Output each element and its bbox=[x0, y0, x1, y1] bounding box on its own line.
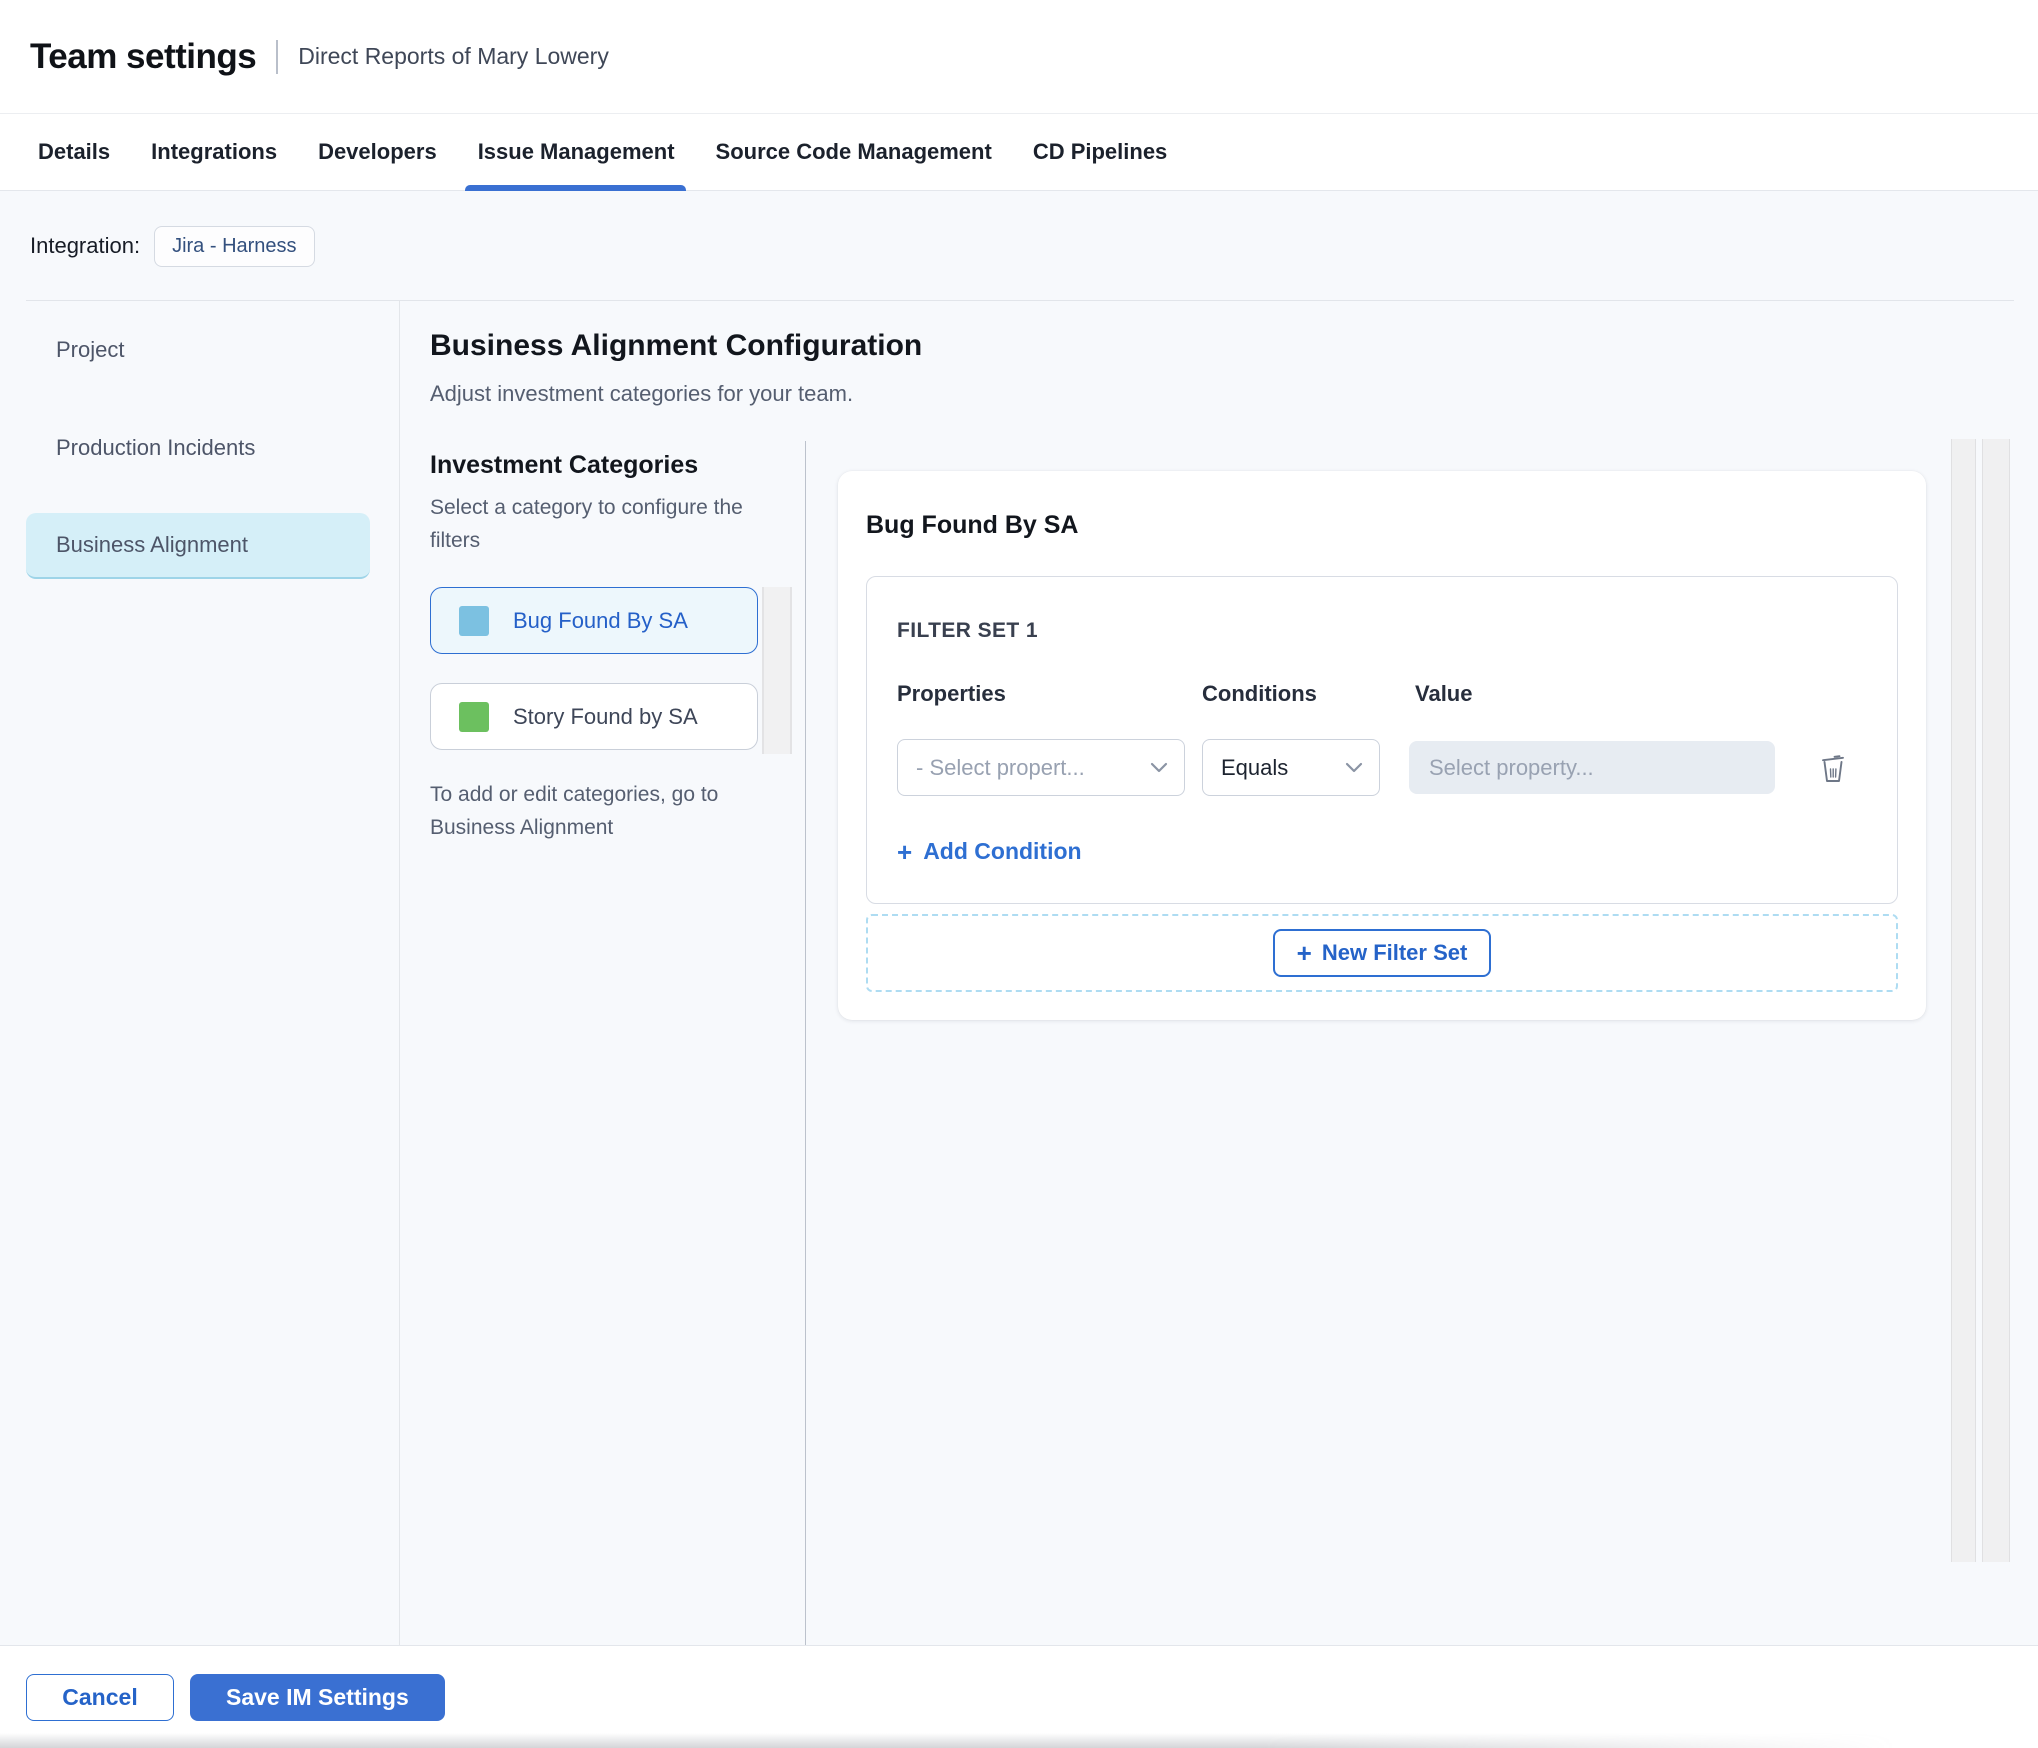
sidebar-item-production-incidents[interactable]: Production Incidents bbox=[26, 415, 370, 481]
delete-condition-button[interactable] bbox=[1819, 752, 1847, 784]
new-filter-set-dropzone: + New Filter Set bbox=[866, 914, 1898, 992]
category-label: Story Found by SA bbox=[513, 703, 698, 729]
tab-issue-management[interactable]: Issue Management bbox=[464, 114, 686, 191]
filter-set-1: FILTER SET 1 Properties Conditions Value… bbox=[866, 576, 1898, 904]
filter-condition-row: - Select propert... Equals bbox=[897, 739, 1867, 796]
value-input[interactable] bbox=[1409, 741, 1775, 794]
conditions-select[interactable]: Equals bbox=[1202, 739, 1380, 796]
business-alignment-section: Business Alignment Configuration Adjust … bbox=[400, 301, 2038, 1645]
value-column-label: Value bbox=[1415, 681, 1473, 706]
section-subtitle: Adjust investment categories for your te… bbox=[430, 381, 854, 406]
category-story-found-by-sa[interactable]: Story Found by SA bbox=[430, 683, 758, 751]
investment-categories-column: Investment Categories Select a category … bbox=[400, 441, 806, 1645]
integration-label: Integration: bbox=[30, 233, 141, 258]
section-head: Business Alignment Configuration Adjust … bbox=[400, 329, 2038, 407]
add-condition-button[interactable]: + Add Condition bbox=[897, 838, 1082, 865]
category-swatch-blue bbox=[459, 605, 489, 636]
tab-details[interactable]: Details bbox=[38, 114, 110, 190]
page-title: Team settings bbox=[30, 36, 257, 76]
save-im-settings-button[interactable]: Save IM Settings bbox=[190, 1673, 445, 1721]
tab-developers[interactable]: Developers bbox=[318, 114, 437, 190]
chevron-down-icon bbox=[1150, 762, 1168, 773]
categories-footnote: To add or edit categories, go to Busines… bbox=[430, 783, 719, 839]
conditions-column-label: Conditions bbox=[1202, 681, 1317, 706]
page-subtitle: Direct Reports of Mary Lowery bbox=[298, 43, 609, 69]
category-list-scrollbar[interactable] bbox=[762, 587, 792, 755]
configuration-columns: Investment Categories Select a category … bbox=[400, 439, 2038, 1645]
team-settings-page: Team settings Direct Reports of Mary Low… bbox=[0, 0, 2038, 1748]
integration-chip[interactable]: Jira - Harness bbox=[154, 225, 315, 267]
category-label: Bug Found By SA bbox=[513, 607, 688, 633]
category-list: Bug Found By SA Story Found by SA bbox=[430, 587, 792, 755]
tab-source-code-management[interactable]: Source Code Management bbox=[716, 114, 992, 190]
sidebar-item-project[interactable]: Project bbox=[26, 317, 370, 383]
categories-heading: Investment Categories bbox=[430, 451, 699, 479]
tab-integrations[interactable]: Integrations bbox=[151, 114, 277, 190]
categories-hint: Select a category to configure the filte… bbox=[430, 496, 743, 552]
plus-icon: + bbox=[1296, 938, 1312, 968]
integration-row: Integration: Jira - Harness bbox=[0, 191, 2038, 301]
page-header: Team settings Direct Reports of Mary Low… bbox=[0, 0, 2038, 113]
category-bug-found-by-sa[interactable]: Bug Found By SA bbox=[430, 587, 758, 655]
tab-cd-pipelines[interactable]: CD Pipelines bbox=[1033, 114, 1167, 190]
properties-column-label: Properties bbox=[897, 681, 1006, 706]
filter-set-title: FILTER SET 1 bbox=[897, 619, 1038, 642]
properties-select[interactable]: - Select propert... bbox=[897, 739, 1185, 796]
content-area: Integration: Jira - Harness Project Prod… bbox=[0, 191, 2038, 1645]
sidebar-item-business-alignment[interactable]: Business Alignment bbox=[26, 513, 370, 579]
vertical-scrollbar-track[interactable] bbox=[1951, 439, 1976, 1562]
title-separator bbox=[276, 39, 279, 74]
tab-bar: Details Integrations Developers Issue Ma… bbox=[0, 113, 2038, 191]
new-filter-set-button[interactable]: + New Filter Set bbox=[1272, 929, 1492, 977]
new-filter-set-label: New Filter Set bbox=[1321, 940, 1468, 965]
properties-select-placeholder: - Select propert... bbox=[916, 754, 1085, 780]
settings-sidebar: Project Production Incidents Business Al… bbox=[0, 301, 400, 1645]
vertical-scrollbar-track[interactable] bbox=[1982, 439, 2010, 1562]
filter-column-headers: Properties Conditions Value bbox=[897, 681, 1867, 707]
add-condition-label: Add Condition bbox=[923, 838, 1082, 864]
filter-panel-column: Bug Found By SA FILTER SET 1 Properties … bbox=[806, 439, 2038, 1645]
footer-bar: Cancel Save IM Settings bbox=[0, 1645, 2038, 1748]
trash-icon bbox=[1822, 754, 1844, 782]
bottom-shadow bbox=[0, 1733, 2038, 1748]
settings-body: Project Production Incidents Business Al… bbox=[0, 301, 2038, 1645]
conditions-select-value: Equals bbox=[1221, 754, 1289, 780]
filter-card-title: Bug Found By SA bbox=[866, 511, 1079, 539]
chevron-down-icon bbox=[1345, 762, 1363, 773]
section-title: Business Alignment Configuration bbox=[430, 329, 923, 362]
plus-icon: + bbox=[897, 836, 913, 867]
cancel-button[interactable]: Cancel bbox=[26, 1673, 174, 1721]
category-swatch-green bbox=[459, 701, 489, 732]
filter-card: Bug Found By SA FILTER SET 1 Properties … bbox=[838, 471, 1926, 1020]
